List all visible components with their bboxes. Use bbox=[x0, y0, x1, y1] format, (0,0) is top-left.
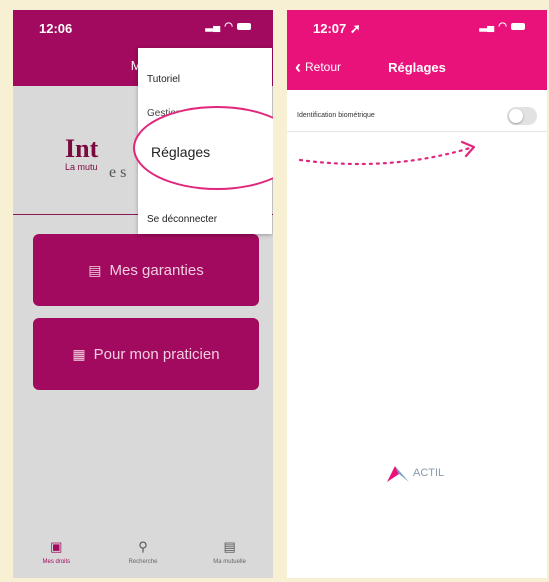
tab-label: Mes droits bbox=[42, 559, 71, 565]
phone-screen-settings: 12:07 ➚ ▂▄ ◠ ‹ Retour Réglages Identific… bbox=[287, 10, 547, 578]
logo-fragment: e s bbox=[109, 164, 127, 181]
mutuelle-logo: Int La mutu bbox=[65, 134, 98, 172]
tab-label: Ma mutuelle bbox=[213, 559, 246, 565]
location-arrow-icon: ➚ bbox=[349, 21, 361, 36]
page-title: Réglages bbox=[388, 60, 446, 75]
signal-icon: ▂▄ bbox=[205, 21, 221, 32]
tab-label: Recherche bbox=[128, 559, 158, 565]
status-icons: ▂▄ ◠ bbox=[479, 21, 525, 32]
tab-bar: ▣ Mes droits ⚲ Recherche ▤ Ma mutuelle bbox=[13, 522, 273, 578]
card-icon: ▤ bbox=[88, 261, 102, 278]
status-bar: 12:07 ➚ ▂▄ ◠ bbox=[287, 10, 547, 46]
toggle-knob bbox=[509, 108, 523, 123]
battery-icon bbox=[237, 23, 251, 30]
tab-recherche[interactable]: ⚲ Recherche bbox=[113, 539, 173, 565]
actil-logo-icon bbox=[387, 466, 409, 482]
actil-brand: ACTIL bbox=[387, 464, 444, 482]
biometric-toggle[interactable] bbox=[507, 106, 537, 125]
menu-item-tutoriel[interactable]: Tutoriel bbox=[147, 74, 180, 85]
menu-item-reglages[interactable]: Réglages bbox=[151, 144, 210, 160]
tab-ma-mutuelle[interactable]: ▤ Ma mutuelle bbox=[200, 539, 260, 565]
logo-text: Int bbox=[65, 134, 99, 163]
logo-tagline: La mutu bbox=[65, 162, 98, 172]
mes-garanties-button[interactable]: ▤ Mes garanties bbox=[33, 234, 259, 306]
status-time: 12:07 ➚ bbox=[313, 21, 361, 36]
search-icon: ⚲ bbox=[138, 539, 148, 554]
tab-mes-droits[interactable]: ▣ Mes droits bbox=[26, 539, 86, 565]
pour-mon-praticien-label: Pour mon praticien bbox=[93, 345, 220, 363]
status-icons: ▂▄ ◠ bbox=[205, 21, 251, 32]
signal-icon: ▂▄ bbox=[479, 21, 495, 32]
wifi-icon: ◠ bbox=[498, 21, 507, 32]
brand-text: ACTIL bbox=[413, 467, 445, 479]
status-time: 12:06 bbox=[39, 21, 73, 36]
pour-mon-praticien-button[interactable]: ▦ Pour mon praticien bbox=[33, 318, 259, 390]
status-bar: 12:06 ▂▄ ◠ bbox=[13, 10, 273, 46]
mes-garanties-label: Mes garanties bbox=[109, 261, 204, 279]
wifi-icon: ◠ bbox=[224, 21, 233, 32]
setting-row-biometric: Identification biométrique bbox=[287, 100, 547, 132]
setting-label: Identification biométrique bbox=[297, 112, 375, 119]
id-card-icon: ▣ bbox=[50, 539, 63, 554]
phone-screen-main: 12:06 ▂▄ ◠ Mes Int La mutu e s ▤ Mes gar… bbox=[13, 10, 273, 578]
news-icon: ▤ bbox=[223, 539, 236, 554]
menu-item-se-deconnecter[interactable]: Se déconnecter bbox=[147, 214, 217, 225]
qr-code-icon: ▦ bbox=[72, 345, 86, 362]
battery-icon bbox=[511, 23, 525, 30]
settings-header: 12:07 ➚ ▂▄ ◠ ‹ Retour Réglages bbox=[287, 10, 547, 90]
